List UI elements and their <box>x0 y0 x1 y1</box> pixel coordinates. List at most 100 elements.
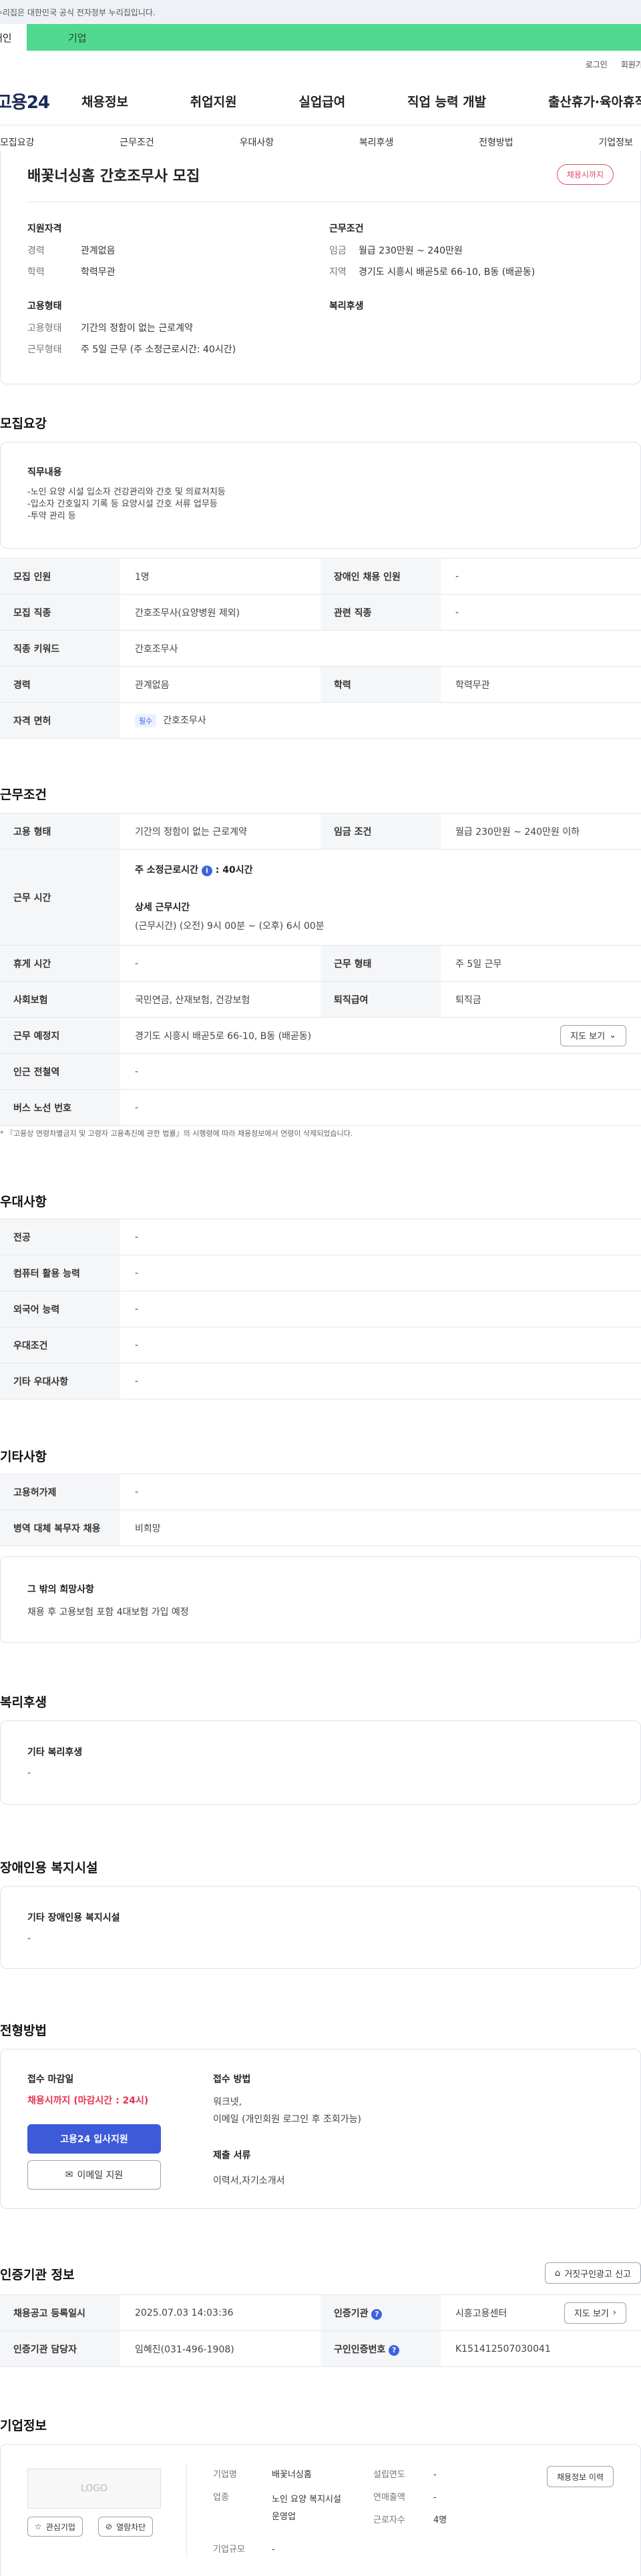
process-card: 접수 마감일 채용시까지 (마감시간 : 24시) 고용24 입사지원 ✉ 이메일… <box>0 2049 641 2209</box>
emp-label: 고용형태 <box>27 323 62 334</box>
hours-detail-heading: 상세 근무시간 <box>135 902 190 913</box>
age-notice: * 『고용상 연령차별금지 및 고령자 고용촉진에 관한 법률』의 시행령에 따… <box>0 1129 353 1138</box>
hours-main-value: : 40시간 <box>215 864 253 876</box>
docs-value: 이력서,자기소개서 <box>213 2176 285 2186</box>
info-icon[interactable]: ? <box>389 2344 400 2356</box>
cell-label: 채용공고 등록일시 <box>0 2294 120 2331</box>
process-title: 전형방법 <box>0 2023 47 2038</box>
founded-label: 설립연도 <box>373 2470 405 2480</box>
main-nav: 고용24 채용정보 취업지원 실업급여 직업 능력 개발 출산휴가·육아휴직 <box>0 77 641 125</box>
table-row: 경력 관계없음 학력 학력무관 <box>0 666 641 703</box>
duty-line: -투약 관리 등 <box>27 511 76 521</box>
mail-icon: ✉ <box>65 2170 73 2180</box>
method-heading: 접수 방법 <box>213 2074 251 2085</box>
signup-link[interactable]: 회원가입 <box>621 59 641 70</box>
table-row: 고용허가제 - <box>0 1474 641 1510</box>
cell-label: 모집 인원 <box>0 558 120 595</box>
sales-label: 연매출액 <box>373 2493 405 2503</box>
table-row: 자격 면허 필수 간호조무사 <box>0 702 641 739</box>
divider <box>186 2465 187 2558</box>
deadline-value: 채용시까지 (마감시간 : 24시) <box>27 2096 149 2106</box>
size-value: - <box>272 2545 275 2555</box>
cell-label: 고용허가제 <box>0 1474 120 1510</box>
job-summary-card: 배꽃너싱홈 간호조무사 모집 채용시까지 지원자격 경력 관계없음 학력 학력무관 … <box>0 151 641 384</box>
conditions-heading: 근무조건 <box>329 224 364 234</box>
disabled-card: 기타 장애인용 복지시설 - <box>0 1886 641 1969</box>
main-menu: 채용정보 취업지원 실업급여 직업 능력 개발 출산휴가·육아휴직 <box>81 92 641 110</box>
site-logo[interactable]: 고용24 <box>0 89 81 113</box>
block-button[interactable]: ⊘ 열람차단 <box>98 2517 154 2537</box>
snb-process[interactable]: 전형방법 <box>479 135 513 149</box>
place-value: 경기도 시흥시 배곧5로 66-10, B동 (배곧동) <box>135 1030 312 1042</box>
duty-content: -노인 요양 시설 입소자 건강관리와 간호 및 의료처치등 -입소자 간호일지… <box>27 487 226 523</box>
etc-title: 기타사항 <box>0 1450 47 1464</box>
info-icon[interactable]: ? <box>371 2308 383 2320</box>
snb-recruit[interactable]: 모집요강 <box>0 135 35 149</box>
cert-label: 구인인증번호 <box>334 2344 386 2355</box>
email-apply-button[interactable]: ✉ 이메일 지원 <box>27 2160 161 2190</box>
login-link[interactable]: 로그인 <box>586 59 608 70</box>
interest-button[interactable]: ☆ 관심기업 <box>27 2517 83 2537</box>
table-row: 근무 예정지 경기도 시흥시 배곧5로 66-10, B동 (배곧동) 지도 보… <box>0 1017 641 1054</box>
org-label: 인증기관 <box>334 2308 369 2319</box>
cell-label: 퇴직급여 <box>320 981 441 1018</box>
table-row: 버스 노선 번호 - <box>0 1089 641 1126</box>
nav-jobs[interactable]: 채용정보 <box>81 92 128 110</box>
snb-company[interactable]: 기업정보 <box>598 135 633 149</box>
gov-banner: 이 누리집은 대한민국 공식 전자정부 누리집입니다. <box>0 0 641 24</box>
info-icon[interactable]: i <box>201 865 212 876</box>
deadline-heading: 접수 마감일 <box>27 2074 74 2085</box>
cell-label: 근무 예정지 <box>0 1017 120 1054</box>
nav-unemployment-benefit[interactable]: 실업급여 <box>298 92 345 110</box>
nav-job-training[interactable]: 직업 능력 개발 <box>407 92 486 110</box>
block-icon: ⊘ <box>105 2522 113 2531</box>
company-name-label: 기업명 <box>213 2470 237 2480</box>
megaphone-icon: ⌂ <box>554 2268 561 2278</box>
recruit-table: 모집 인원 1명 장애인 채용 인원 - 모집 직종 간호조무사(요양병원 제외… <box>0 558 641 739</box>
cell-label: 외국어 능력 <box>0 1291 120 1327</box>
report-button-label: 거짓구인광고 신고 <box>564 2269 631 2280</box>
emp-heading: 고용형태 <box>27 301 62 312</box>
apply-button[interactable]: 고용24 입사지원 <box>27 2124 161 2154</box>
snb-conditions[interactable]: 근무조건 <box>120 135 154 149</box>
company-logo: LOGO <box>27 2469 161 2509</box>
snb-welfare[interactable]: 복리후생 <box>359 135 394 149</box>
cell-label: 버스 노선 번호 <box>0 1089 120 1126</box>
block-button-label: 열람차단 <box>116 2522 146 2532</box>
snb-prefer[interactable]: 우대사항 <box>240 135 274 149</box>
chevron-down-icon: ⌄ <box>609 1030 616 1040</box>
disabled-heading: 기타 장애인용 복지시설 <box>27 1913 120 1923</box>
cell-value: 간호조무사(요양병원 제외) <box>120 594 320 631</box>
tab-business-label: 기업 <box>68 31 87 44</box>
disabled-title: 장애인용 복지시설 <box>0 1861 98 1875</box>
map-button[interactable]: 지도 보기 ⌄ <box>560 1024 626 1046</box>
disabled-value: - <box>27 1933 31 1944</box>
method-line: 워크넷, <box>213 2097 242 2108</box>
nav-parental-leave[interactable]: 출산휴가·육아휴직 <box>548 92 641 110</box>
report-button[interactable]: ⌂ 거짓구인광고 신고 <box>544 2262 641 2284</box>
table-row: 인근 전철역 - <box>0 1053 641 1090</box>
tab-personal[interactable]: 개인 <box>0 24 27 51</box>
table-row: 컴퓨터 활용 능력 - <box>0 1255 641 1291</box>
tab-business[interactable]: 기업 <box>27 24 641 51</box>
cell-value: 1명 <box>120 558 320 595</box>
nav-employment-support[interactable]: 취업지원 <box>190 92 237 110</box>
cell-value: - <box>441 558 641 595</box>
edu-label: 학력 <box>27 267 45 278</box>
cell-label: 휴게 시간 <box>0 945 120 982</box>
table-row: 우대조건 - <box>0 1327 641 1363</box>
cell-label: 관련 직종 <box>320 594 441 631</box>
table-row: 사회보험 국민연금, 산재보험, 건강보험 퇴직급여 퇴직금 <box>0 981 641 1018</box>
gov-banner-text: 이 누리집은 대한민국 공식 전자정부 누리집입니다. <box>0 7 156 17</box>
duty-line: -노인 요양 시설 입소자 건강관리와 간호 및 의료처치등 <box>27 487 226 497</box>
history-button[interactable]: 채용정보 이력 <box>546 2466 614 2487</box>
cell-value: 주 5일 근무 <box>441 945 641 982</box>
qualification-heading: 지원자격 <box>27 224 62 234</box>
career-value: 관계없음 <box>81 246 116 256</box>
cell-value: - <box>120 1089 641 1126</box>
size-label: 기업규모 <box>213 2545 245 2555</box>
welfare-card: 기타 복리후생 - <box>0 1720 641 1805</box>
agency-map-button[interactable]: 지도 보기 › <box>564 2302 626 2324</box>
table-row: 병역 대체 복무자 채용 비희망 <box>0 1510 641 1546</box>
welfare-heading: 복리후생 <box>329 301 364 312</box>
